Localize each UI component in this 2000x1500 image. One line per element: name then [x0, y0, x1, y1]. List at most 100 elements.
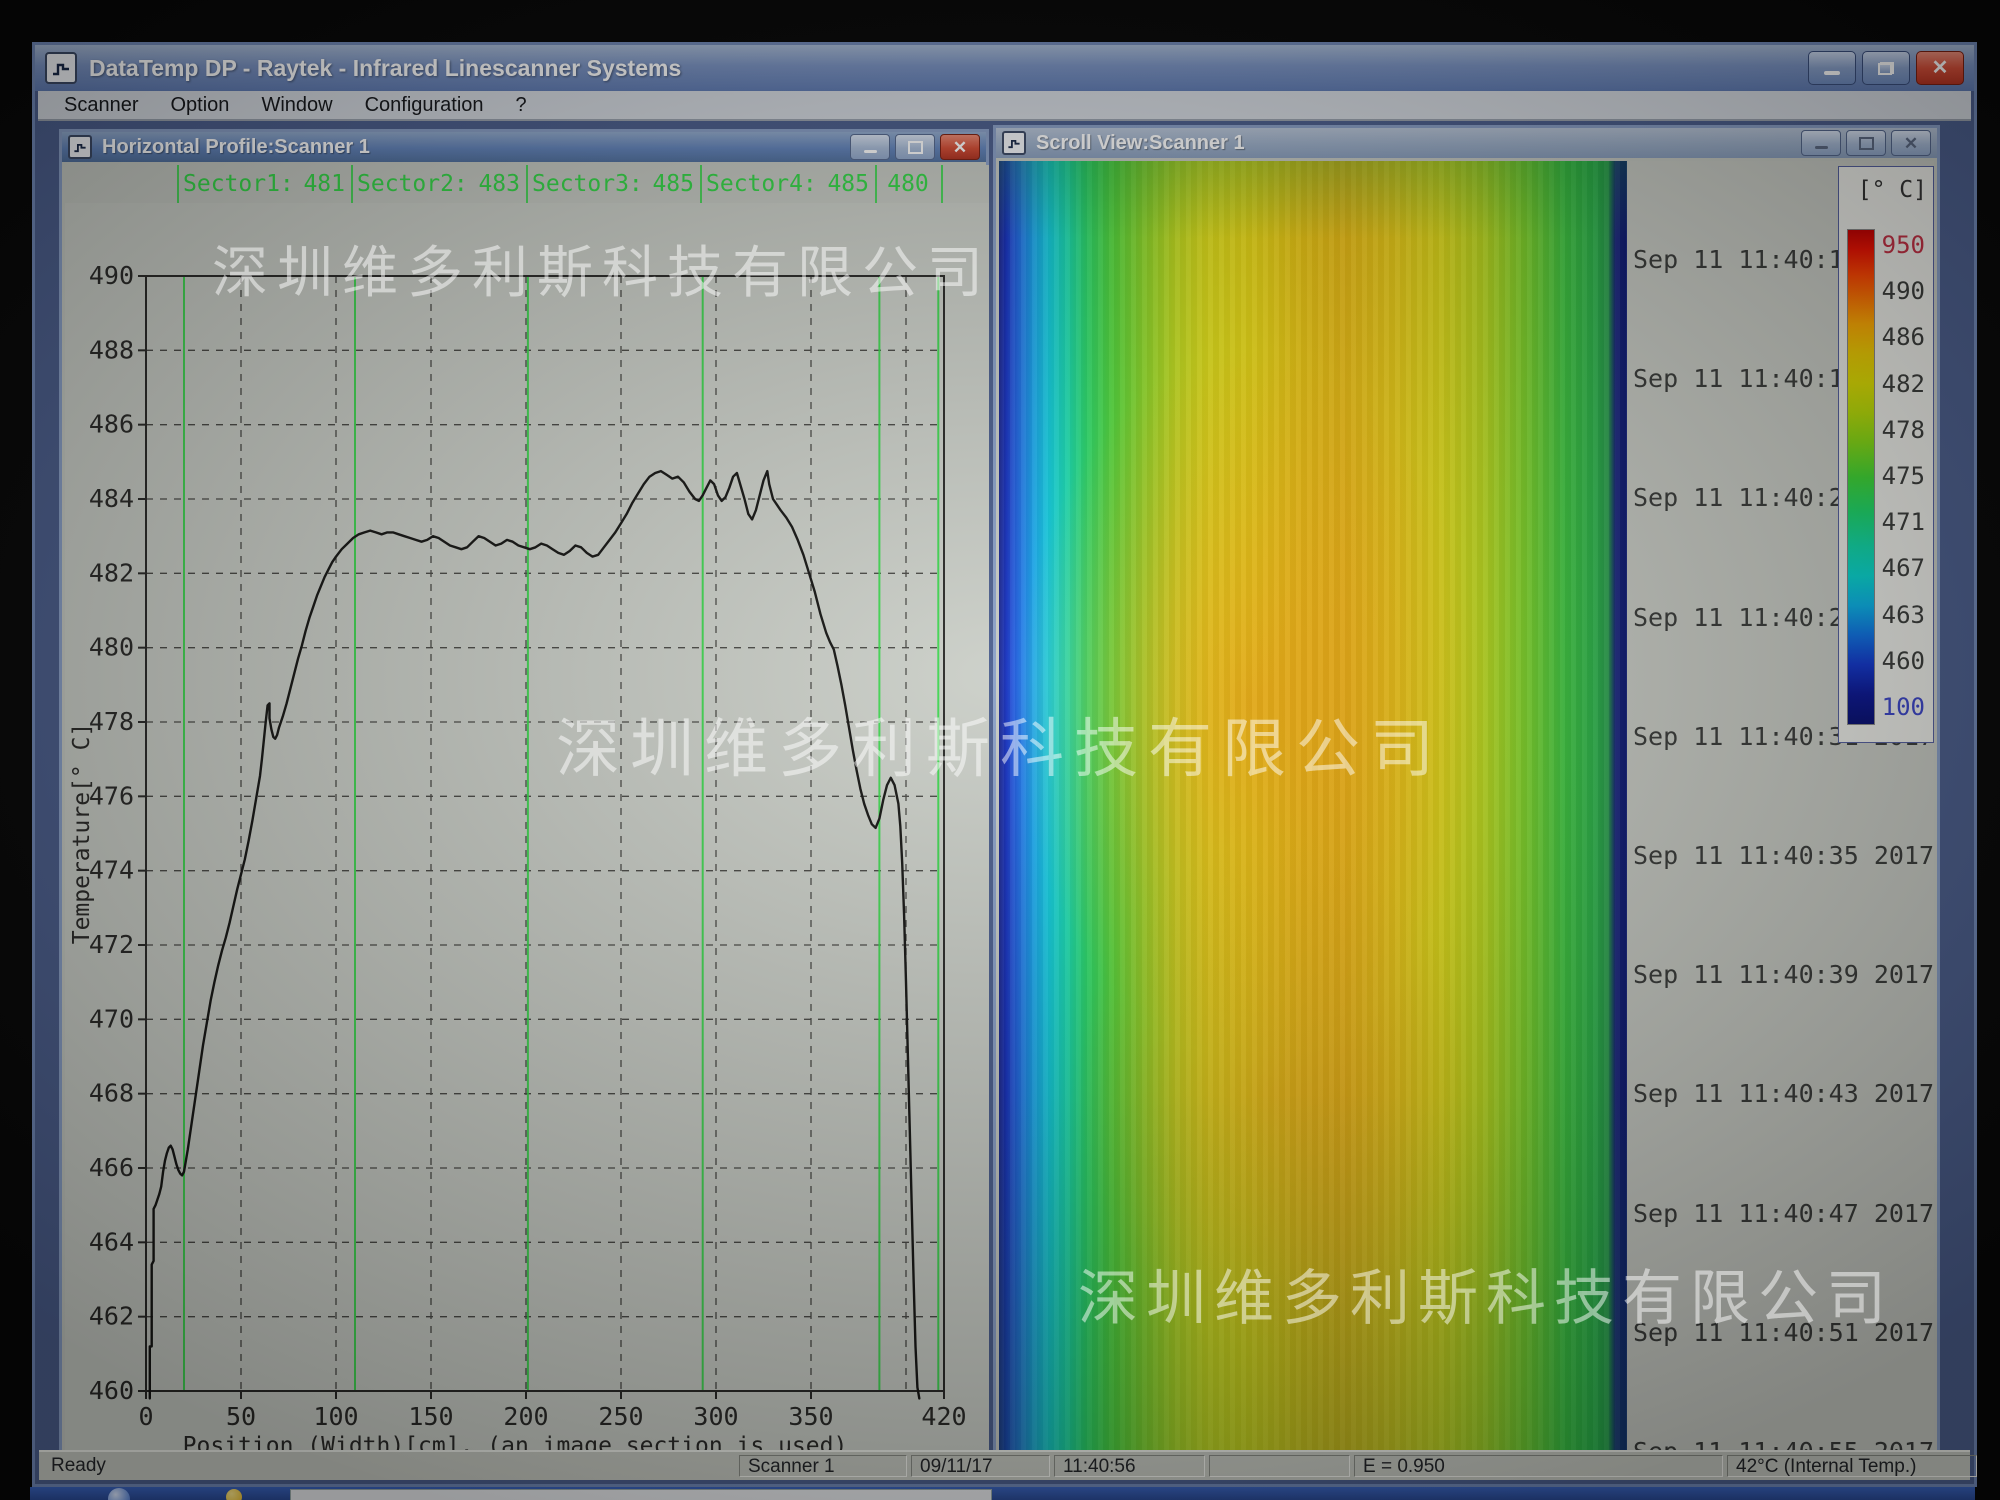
y-tick-label: 476	[89, 781, 134, 810]
y-tick-label: 486	[89, 410, 134, 439]
profile-close-button[interactable]: ✕	[940, 134, 980, 160]
y-tick-label: 474	[89, 856, 134, 885]
scroll-view-window: Scroll View:Scanner 1 ✕ Sep 11 11:40:15 …	[993, 125, 1940, 1455]
start-button-icon[interactable]	[108, 1488, 130, 1500]
sector-readout-3: Sector3: 485	[532, 165, 694, 203]
app-icon	[45, 52, 77, 84]
menu-item-[interactable]: ?	[500, 94, 543, 117]
profile-titlebar[interactable]: Horizontal Profile:Scanner 1 ✕	[62, 132, 986, 162]
sector-separator	[351, 165, 353, 203]
colorbar-tick-label: 486	[1882, 323, 1925, 351]
y-tick-label: 466	[89, 1153, 134, 1182]
colorbar-tick-label: 950	[1882, 231, 1925, 259]
status-date: 09/11/17	[911, 1455, 1050, 1477]
thermal-scan-image[interactable]	[999, 161, 1627, 1455]
sector-value: 485	[827, 171, 869, 197]
profile-minimize-button[interactable]	[850, 134, 890, 160]
colorbar-tick-label: 467	[1882, 554, 1925, 582]
sector-label: Sector2:	[357, 171, 468, 197]
status-emissivity: E = 0.950	[1354, 1455, 1723, 1477]
y-tick-label: 468	[89, 1079, 134, 1108]
colorbar-panel: [° C] 950490486482478475471467463460100	[1838, 166, 1934, 743]
status-ready: Ready	[43, 1455, 735, 1477]
y-tick-label: 482	[89, 558, 134, 587]
profile-window-title: Horizontal Profile:Scanner 1	[102, 136, 370, 159]
y-tick-label: 478	[89, 707, 134, 736]
taskbar[interactable]	[30, 1487, 1975, 1500]
scroll-window-icon	[1002, 131, 1026, 155]
colorbar-tick-label: 475	[1882, 462, 1925, 490]
status-bar: ReadyScanner 109/11/1711:40:56E = 0.9504…	[39, 1450, 1970, 1480]
close-icon: ✕	[953, 139, 967, 156]
restore-button[interactable]	[1862, 51, 1910, 85]
profile-chart[interactable]: 4904884864844824804784764744724704684664…	[65, 203, 989, 1455]
status-internal-temp: 42°C (Internal Temp.)	[1727, 1455, 1977, 1477]
scroll-close-button[interactable]: ✕	[1891, 130, 1931, 156]
sector-extra-value: 480	[881, 165, 935, 203]
profile-maximize-button[interactable]	[895, 134, 935, 160]
x-tick-label: 420	[921, 1402, 966, 1431]
status-time: 11:40:56	[1054, 1455, 1205, 1477]
y-tick-label: 460	[89, 1376, 134, 1405]
menu-item-window[interactable]: Window	[245, 94, 348, 117]
sector-separator	[941, 165, 943, 203]
minimize-icon	[1824, 71, 1840, 75]
sector-separator	[700, 165, 702, 203]
x-tick-label: 0	[138, 1402, 153, 1431]
x-tick-label: 50	[226, 1402, 256, 1431]
menu-item-scanner[interactable]: Scanner	[48, 94, 155, 117]
scroll-window-title: Scroll View:Scanner 1	[1036, 132, 1245, 155]
colorbar-tick-label: 490	[1882, 277, 1925, 305]
y-tick-label: 462	[89, 1302, 134, 1331]
y-tick-label: 490	[89, 261, 134, 290]
minimize-icon	[1815, 146, 1828, 149]
scroll-titlebar[interactable]: Scroll View:Scanner 1 ✕	[996, 128, 1937, 158]
maximize-icon	[1859, 137, 1874, 150]
x-tick-label: 150	[408, 1402, 453, 1431]
taskbar-icon[interactable]	[226, 1489, 242, 1500]
status-empty	[1209, 1455, 1350, 1477]
y-tick-label: 472	[89, 930, 134, 959]
status-scanner: Scanner 1	[739, 1455, 907, 1477]
x-tick-label: 250	[598, 1402, 643, 1431]
menu-item-option[interactable]: Option	[155, 94, 246, 117]
sector-value: 483	[478, 171, 520, 197]
main-titlebar[interactable]: DataTemp DP - Raytek - Infrared Linescan…	[35, 45, 1974, 91]
minimize-icon	[864, 150, 877, 153]
menu-item-configuration[interactable]: Configuration	[349, 94, 500, 117]
colorbar-tick-label: 460	[1882, 647, 1925, 675]
scan-timestamp: Sep 11 11:40:43 2017	[1633, 1079, 1934, 1108]
sector-label: Sector4:	[706, 171, 817, 197]
y-tick-label: 464	[89, 1227, 134, 1256]
sector-label: Sector1:	[183, 171, 294, 197]
sector-separator	[177, 165, 179, 203]
minimize-button[interactable]	[1808, 51, 1856, 85]
y-tick-label: 484	[89, 484, 134, 513]
sector-separator	[875, 165, 877, 203]
taskbar-window-button[interactable]	[290, 1489, 992, 1500]
profile-window-icon	[68, 135, 92, 159]
close-button[interactable]: ✕	[1916, 51, 1964, 85]
colorbar-gradient	[1847, 229, 1875, 725]
sector-readout-4: Sector4: 485	[706, 165, 869, 203]
scroll-maximize-button[interactable]	[1846, 130, 1886, 156]
sector-label: Sector3:	[532, 171, 643, 197]
sector-value: 481	[303, 171, 345, 197]
sector-readout-2: Sector2: 483	[357, 165, 520, 203]
y-tick-label: 470	[89, 1004, 134, 1033]
sector-readout-1: Sector1: 481	[183, 165, 345, 203]
sector-value: 485	[652, 171, 694, 197]
scroll-minimize-button[interactable]	[1801, 130, 1841, 156]
main-window: DataTemp DP - Raytek - Infrared Linescan…	[32, 42, 1977, 1487]
horizontal-profile-window: Horizontal Profile:Scanner 1 ✕ Sector1: 4…	[59, 129, 989, 1455]
y-axis-title: Temperature[° C]	[69, 723, 95, 945]
sector-separator	[526, 165, 528, 203]
y-tick-label: 488	[89, 335, 134, 364]
restore-icon	[1878, 62, 1894, 75]
maximize-icon	[908, 141, 923, 154]
close-icon: ✕	[1904, 135, 1918, 152]
menu-bar: ScannerOptionWindowConfiguration?	[38, 91, 1971, 121]
colorbar-tick-label: 100	[1882, 693, 1925, 721]
sector-header: Sector1:481Sector2:483Sector3:485Sector4…	[65, 165, 989, 204]
window-title: DataTemp DP - Raytek - Infrared Linescan…	[89, 55, 681, 82]
